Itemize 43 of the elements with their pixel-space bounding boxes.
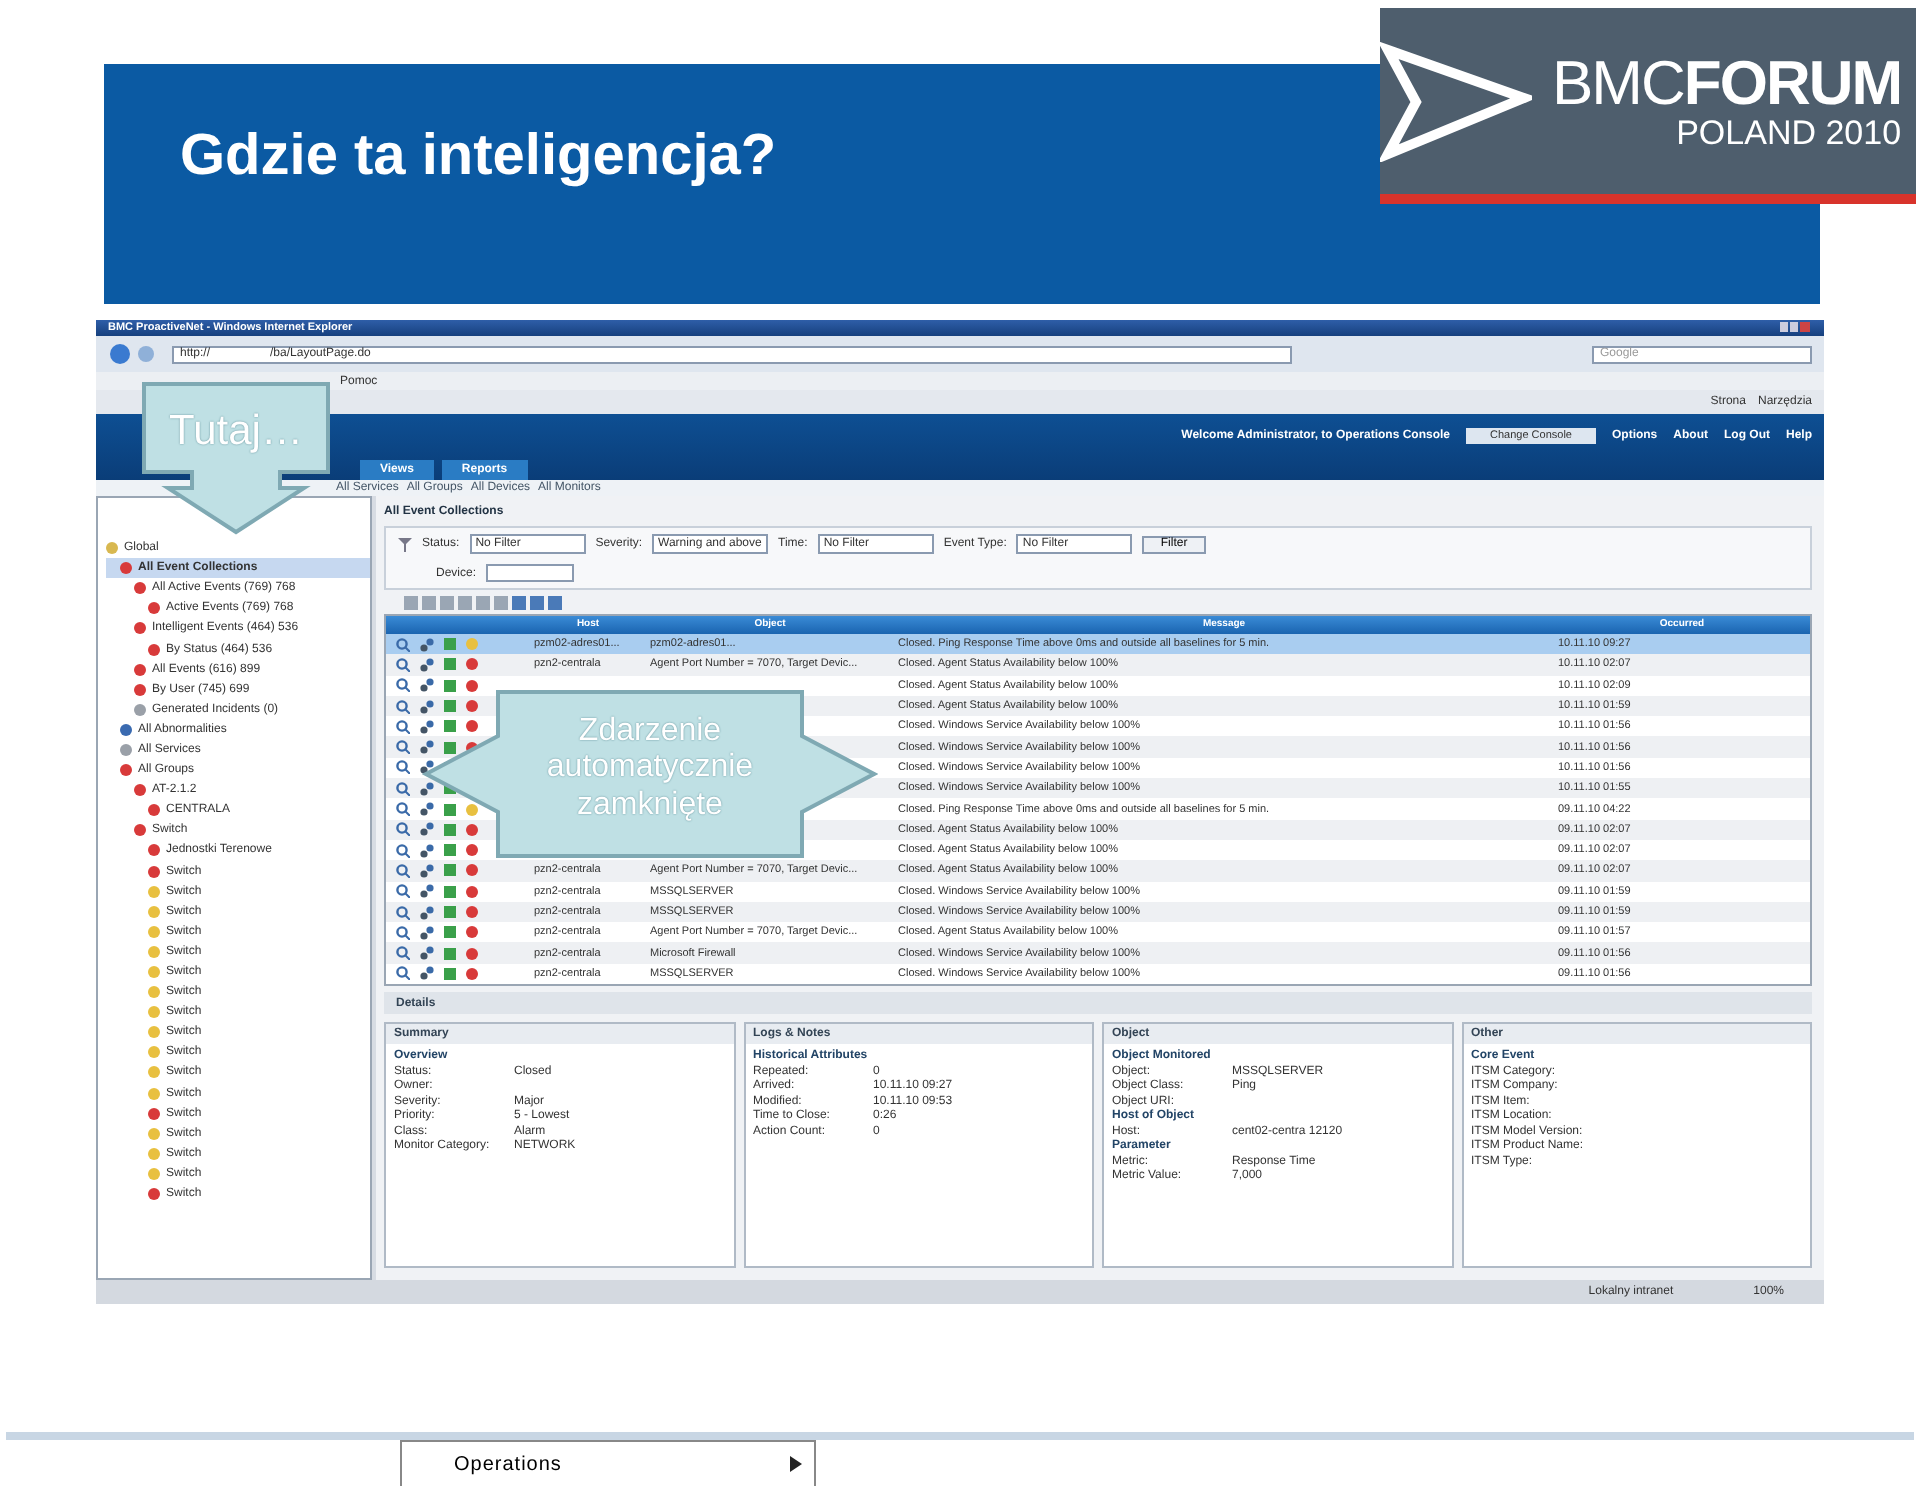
magnifier-icon <box>396 946 410 961</box>
callout-text: Tutaj… <box>167 408 305 457</box>
magnifier-icon <box>396 699 410 714</box>
magnifier-icon <box>396 740 410 755</box>
magnifier-icon <box>396 760 410 775</box>
submenu-arrow-icon <box>790 1456 802 1472</box>
check-square-icon <box>444 720 456 733</box>
window-controls-icon <box>1780 322 1812 334</box>
magnifier-icon <box>396 925 410 940</box>
check-square-icon <box>444 700 456 713</box>
check-square-icon <box>444 947 456 960</box>
logo-icon <box>1380 41 1532 161</box>
check-square-icon <box>444 864 456 877</box>
logo-subtitle: POLAND 2010 <box>1676 115 1902 151</box>
logo-brand: BMCFORUM <box>1552 51 1902 115</box>
operations-menu-item[interactable]: Operations <box>400 1440 816 1486</box>
check-square-icon <box>444 658 456 671</box>
magnifier-icon <box>396 657 410 672</box>
magnifier-icon <box>396 863 410 878</box>
check-square-icon <box>444 638 456 651</box>
magnifier-icon <box>396 843 410 858</box>
device-field[interactable] <box>486 564 575 582</box>
magnifier-icon <box>396 637 410 652</box>
check-square-icon <box>444 885 456 898</box>
check-square-icon <box>444 906 456 918</box>
check-square-icon <box>444 926 456 939</box>
magnifier-icon <box>396 884 410 899</box>
magnifier-icon <box>396 905 410 919</box>
check-square-icon <box>444 967 456 980</box>
slide-title: Gdzie ta inteligencja? <box>180 124 777 190</box>
magnifier-icon <box>396 781 410 796</box>
magnifier-icon <box>396 822 410 837</box>
check-square-icon <box>444 803 456 816</box>
check-square-icon <box>444 844 456 857</box>
check-square-icon <box>444 741 456 754</box>
filter-icon <box>398 537 412 551</box>
check-square-icon <box>444 823 456 836</box>
magnifier-icon <box>396 802 410 817</box>
magnifier-icon <box>396 678 410 693</box>
check-square-icon <box>444 679 456 692</box>
magnifier-icon <box>396 966 410 981</box>
back-forward-icon <box>108 342 160 366</box>
magnifier-icon <box>396 719 410 734</box>
